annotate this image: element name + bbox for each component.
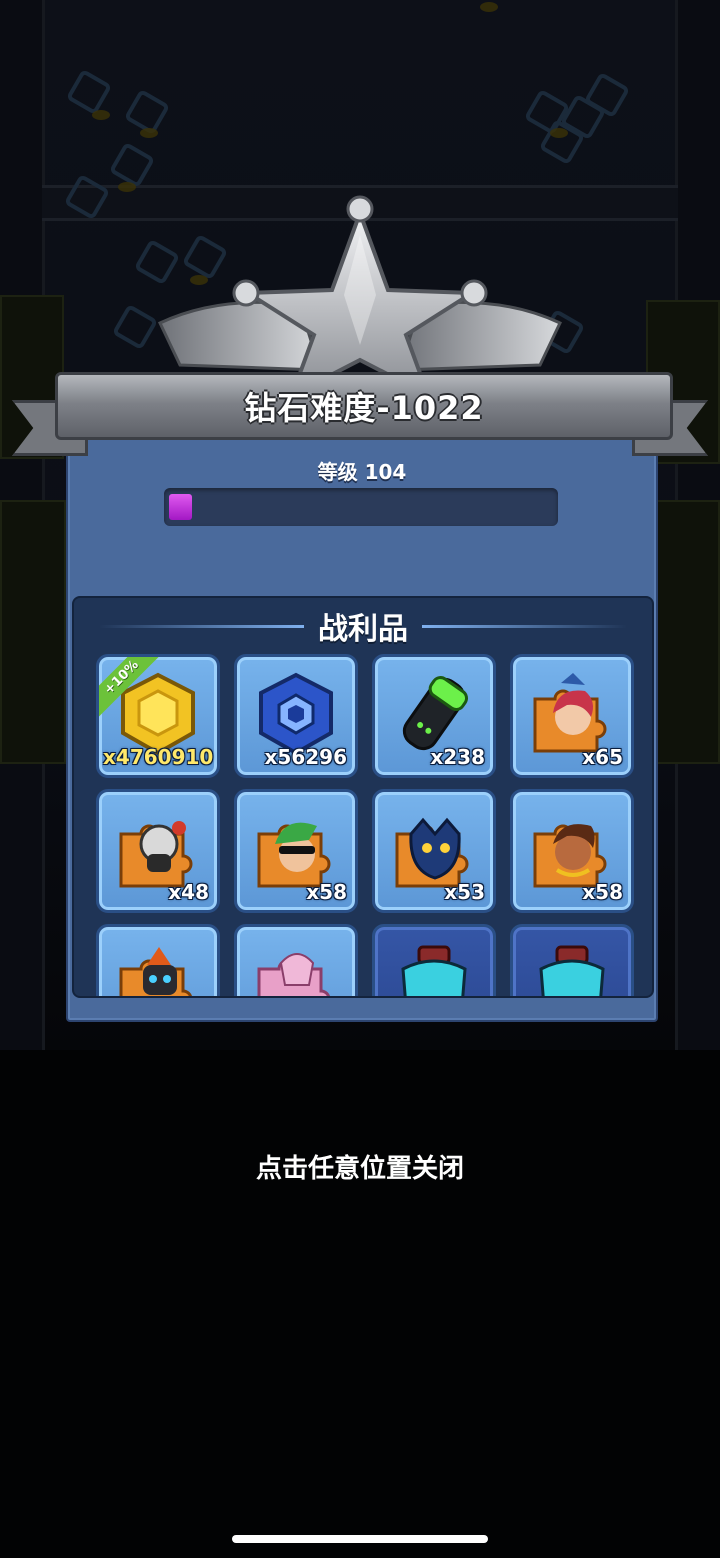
tap-to-close-hint[interactable]: 点击任意位置关闭: [0, 1148, 720, 1185]
level-label: 等级 104: [317, 460, 407, 484]
difficulty-banner: 钻石难度-1022: [55, 372, 673, 440]
item-count: x56296: [264, 745, 347, 769]
header-divider-left: [99, 624, 304, 628]
item-count: x4760910: [103, 745, 214, 769]
difficulty-title: 钻石难度-1022: [244, 389, 484, 427]
loot-slot-armor-2[interactable]: [510, 924, 634, 996]
loot-slot-hero-3[interactable]: x58: [234, 789, 358, 913]
background-hex: [65, 68, 113, 116]
loot-slot-hero-5[interactable]: x58: [510, 789, 634, 913]
background-glow: [550, 128, 568, 138]
loot-slot-hero-2[interactable]: x48: [96, 789, 220, 913]
loot-slot-gem[interactable]: x56296: [234, 654, 358, 778]
loot-slot-capsule[interactable]: x238: [372, 654, 496, 778]
loot-slot-hero-1[interactable]: x65: [510, 654, 634, 778]
background-block: [654, 500, 720, 764]
level-progress-bar: [164, 488, 558, 526]
hero-puzzle-robot-icon: [119, 947, 192, 996]
loot-slot-hero-7[interactable]: [234, 924, 358, 996]
item-count: x58: [582, 880, 623, 904]
armor-chest-icon: [539, 945, 605, 996]
hero-puzzle-pink-icon: [257, 953, 330, 996]
item-count: x58: [306, 880, 347, 904]
item-count: x238: [430, 745, 485, 769]
loot-slot-gold[interactable]: +10% x4760910: [96, 654, 220, 778]
loot-title: 战利品: [318, 612, 408, 647]
level-progress-fill: [169, 494, 192, 520]
loot-section[interactable]: 战利品 +10% x4760910 x56296 x238 x65 x48 x5…: [72, 596, 654, 998]
item-count: x65: [582, 745, 623, 769]
result-panel: 等级 104 战利品 +10% x4760910 x56296 x238 x65…: [66, 430, 658, 1022]
item-count: x48: [168, 880, 209, 904]
loot-header: 战利品: [74, 604, 652, 648]
loot-slot-hero-4[interactable]: x53: [372, 789, 496, 913]
loot-slot-armor-1[interactable]: [372, 924, 496, 996]
background-hex: [108, 141, 156, 189]
item-count: x53: [444, 880, 485, 904]
background-glow: [92, 110, 110, 120]
header-divider-right: [422, 624, 627, 628]
background-glow: [480, 2, 498, 12]
background-glow: [140, 128, 158, 138]
silver-star-emblem: [150, 195, 570, 400]
loot-slot-hero-6[interactable]: [96, 924, 220, 996]
background-glow: [118, 182, 136, 192]
star-icon: [157, 195, 563, 400]
background-block: [0, 500, 66, 764]
armor-chest-icon: [401, 945, 467, 996]
home-indicator[interactable]: [232, 1535, 488, 1543]
